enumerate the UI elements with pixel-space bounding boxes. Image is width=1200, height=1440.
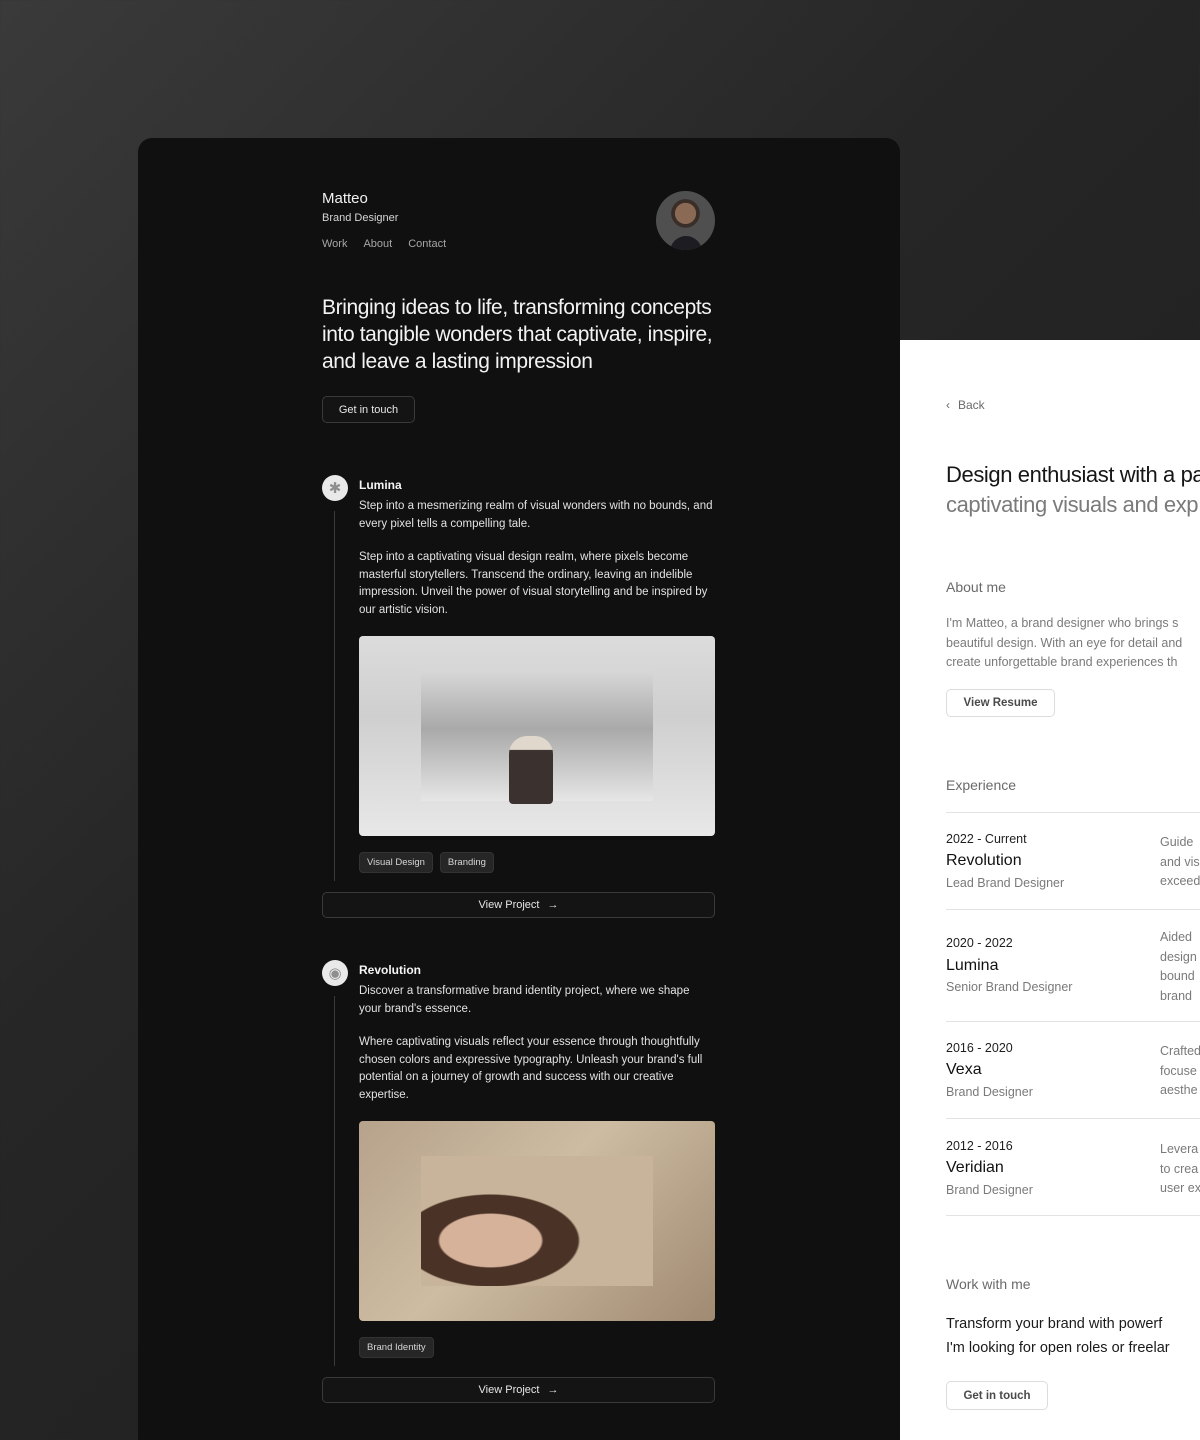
avatar	[656, 191, 715, 250]
view-resume-button[interactable]: View Resume	[946, 689, 1055, 717]
nav-work-link[interactable]: Work	[322, 238, 347, 250]
experience-company: Revolution	[946, 852, 1022, 869]
timeline-line	[334, 996, 335, 1366]
experience-description: Aided design bound brand	[1160, 930, 1197, 1003]
tag: Branding	[439, 852, 494, 873]
arrow-right-icon: →	[547, 1384, 559, 1396]
tag: Brand Identity	[359, 1337, 434, 1358]
project-image[interactable]	[359, 1121, 715, 1321]
main-nav: Work About Contact	[322, 238, 446, 250]
project-tags: Brand Identity	[359, 1337, 434, 1358]
experience-company: Vexa	[946, 1061, 982, 1078]
experience-years: 2022 - Current	[946, 832, 1027, 846]
work-line: Transform your brand with powerf	[946, 1316, 1163, 1332]
view-project-label: View Project	[478, 1384, 540, 1396]
about-line: beautiful design. With an eye for detail…	[946, 635, 1183, 650]
experience-role: Lead Brand Designer	[946, 876, 1065, 890]
timeline-line	[334, 511, 335, 881]
project-intro: Step into a mesmerizing realm of visual …	[359, 500, 713, 530]
experience-row: 2016 - 2020 Vexa Brand Designer Crafted f…	[946, 1021, 1200, 1118]
project-title: Lumina	[359, 478, 402, 492]
about-headline-line-1: Design enthusiast with a pa	[946, 462, 1200, 487]
nav-contact-link[interactable]: Contact	[408, 238, 446, 250]
experience-company: Veridian	[946, 1159, 1004, 1176]
arrow-right-icon: →	[547, 899, 559, 911]
work-section-title: Work with me	[946, 1276, 1031, 1292]
experience-role: Brand Designer	[946, 1183, 1033, 1197]
get-in-touch-button[interactable]: Get in touch	[946, 1381, 1048, 1410]
nav-about-link[interactable]: About	[363, 238, 392, 250]
ring-icon: ◉	[322, 960, 348, 986]
work-text: Transform your brand with powerf I'm loo…	[946, 1312, 1170, 1360]
about-page-card: ‹ Back Design enthusiast with a pa capti…	[900, 340, 1200, 1440]
project-tags: Visual Design Branding	[359, 852, 494, 873]
project-intro: Discover a transformative brand identity…	[359, 985, 690, 1015]
view-project-button[interactable]: View Project →	[322, 892, 715, 918]
chevron-left-icon: ‹	[946, 398, 950, 412]
about-line: I'm Matteo, a brand designer who brings …	[946, 616, 1179, 630]
view-project-button[interactable]: View Project →	[322, 1377, 715, 1403]
experience-years: 2012 - 2016	[946, 1139, 1013, 1153]
about-section-title: About me	[946, 579, 1006, 595]
portfolio-home-card: Matteo Brand Designer Work About Contact…	[138, 138, 900, 1440]
back-link[interactable]: ‹ Back	[946, 398, 985, 412]
experience-role: Senior Brand Designer	[946, 980, 1073, 994]
view-project-label: View Project	[478, 899, 540, 911]
about-headline-line-2: captivating visuals and exp	[946, 492, 1199, 517]
profile-role: Brand Designer	[322, 212, 399, 224]
about-line: create unforgettable brand experiences t…	[946, 655, 1178, 669]
back-label: Back	[958, 398, 985, 412]
experience-row: 2022 - Current Revolution Lead Brand Des…	[946, 812, 1200, 909]
experience-company: Lumina	[946, 957, 999, 974]
get-in-touch-button[interactable]: Get in touch	[322, 396, 415, 423]
project-body: Where captivating visuals reflect your e…	[359, 1036, 703, 1101]
experience-role: Brand Designer	[946, 1085, 1033, 1099]
experience-description: Levera to crea user ex	[1160, 1142, 1200, 1195]
about-text: I'm Matteo, a brand designer who brings …	[946, 614, 1182, 673]
experience-years: 2016 - 2020	[946, 1041, 1013, 1055]
experience-years: 2020 - 2022	[946, 936, 1013, 950]
profile-name: Matteo	[322, 190, 368, 207]
tag: Visual Design	[359, 852, 433, 873]
experience-section-title: Experience	[946, 777, 1017, 793]
asterisk-icon: ✱	[322, 475, 348, 501]
project-body: Step into a captivating visual design re…	[359, 551, 708, 616]
experience-row: 2020 - 2022 Lumina Senior Brand Designer…	[946, 909, 1200, 1021]
hero-headline: Bringing ideas to life, transforming con…	[322, 296, 713, 373]
experience-description: Crafted focuse aesthe	[1160, 1044, 1200, 1097]
project-title: Revolution	[359, 963, 421, 977]
work-line: I'm looking for open roles or freelar	[946, 1340, 1170, 1356]
experience-description: Guide and vis exceed	[1160, 835, 1200, 888]
project-image[interactable]	[359, 636, 715, 836]
experience-row: 2012 - 2016 Veridian Brand Designer Leve…	[946, 1118, 1200, 1216]
